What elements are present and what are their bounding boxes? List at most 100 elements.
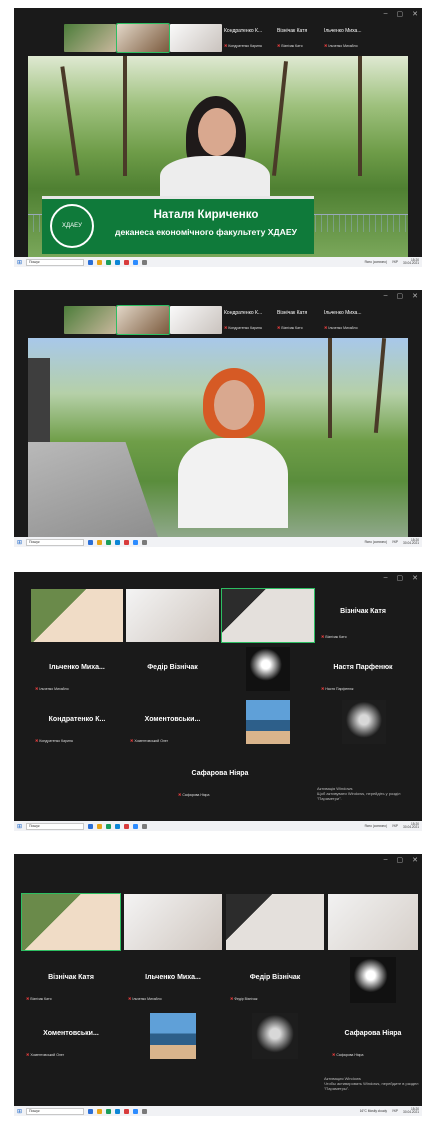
maximize-icon[interactable]: ▢ — [397, 574, 404, 582]
video-tile[interactable] — [226, 894, 324, 950]
language-indicator[interactable]: УКР — [392, 824, 398, 828]
video-tile[interactable] — [252, 1013, 298, 1059]
video-thumbnail[interactable] — [170, 306, 222, 334]
clock[interactable]: 15:20 30.04.2021 — [403, 822, 419, 830]
minimize-icon[interactable]: – — [384, 10, 388, 18]
app-icon[interactable] — [88, 259, 94, 265]
app-icon[interactable] — [106, 1108, 112, 1114]
video-tile[interactable] — [124, 894, 222, 950]
video-tile-active[interactable] — [221, 588, 315, 643]
close-icon[interactable]: ✕ — [412, 574, 418, 582]
maximize-icon[interactable]: ▢ — [397, 10, 404, 18]
zoom-icon[interactable] — [133, 1108, 139, 1114]
participant-name-tile[interactable]: Візнічак Катя ✖Візнічак Катя — [317, 608, 409, 639]
video-tile[interactable] — [126, 589, 219, 642]
maximize-icon[interactable]: ▢ — [397, 856, 404, 864]
participant-name-tile[interactable]: Кондратенко К... ✖Кондратенко Карина — [224, 310, 276, 330]
participant-name-tile[interactable]: Кондратенко К... ✖Кондратенко Карина — [31, 716, 123, 743]
app-icon[interactable] — [115, 823, 121, 829]
language-indicator[interactable]: УКР — [392, 260, 398, 264]
minimize-icon[interactable]: – — [384, 856, 388, 864]
app-icon[interactable] — [115, 1108, 121, 1114]
app-icon[interactable] — [142, 539, 148, 545]
video-thumbnail[interactable] — [64, 24, 116, 52]
minimize-icon[interactable]: – — [384, 574, 388, 582]
video-tile[interactable] — [246, 647, 290, 691]
video-tile[interactable] — [342, 700, 386, 744]
windows-start-icon[interactable]: ⊞ — [17, 823, 22, 830]
app-icon[interactable] — [106, 823, 112, 829]
close-icon[interactable]: ✕ — [412, 10, 418, 18]
minimize-icon[interactable]: – — [384, 292, 388, 300]
maximize-icon[interactable]: ▢ — [397, 292, 404, 300]
folder-icon[interactable] — [97, 1108, 103, 1114]
weather-widget[interactable]: 16°C Mostly cloudy — [360, 1109, 387, 1113]
video-thumbnail-active[interactable] — [116, 305, 170, 335]
app-icon[interactable] — [142, 259, 148, 265]
participant-name-tile[interactable]: Настя Парфенюк ✖Настя Парфенюк — [317, 664, 409, 691]
app-icon[interactable] — [115, 539, 121, 545]
participant-name-tile[interactable]: Федір Візнічак ✖Федір Візнічак — [226, 974, 324, 1001]
window-controls[interactable]: – ▢ ✕ — [384, 574, 418, 582]
zoom-icon[interactable] — [133, 259, 139, 265]
close-icon[interactable]: ✕ — [412, 292, 418, 300]
participant-name-tile[interactable]: Ільченко Миха... ✖Ільченко Михайло — [124, 974, 222, 1001]
video-tile[interactable] — [150, 1013, 196, 1059]
participant-name-tile[interactable]: Хоментовськи... ✖Хоментовський Олег — [126, 716, 219, 743]
clock[interactable]: 15:20 30.04.2021 — [403, 258, 419, 266]
app-icon[interactable] — [124, 259, 130, 265]
app-icon[interactable] — [124, 823, 130, 829]
video-tile[interactable] — [350, 957, 396, 1003]
clock[interactable]: 15:20 30.04.2021 — [403, 1107, 419, 1115]
folder-icon[interactable] — [97, 823, 103, 829]
taskbar-search-input[interactable]: Пошук — [26, 538, 85, 546]
app-icon[interactable] — [142, 823, 148, 829]
app-icon[interactable] — [106, 259, 112, 265]
video-thumbnail[interactable] — [170, 24, 222, 52]
language-indicator[interactable]: УКР — [392, 540, 398, 544]
window-controls[interactable]: – ▢ ✕ — [384, 856, 418, 864]
participant-name-tile[interactable]: Кондратенко К... ✖Кондратенко Карина — [224, 28, 276, 48]
video-thumbnail-active[interactable] — [116, 23, 170, 53]
windows-start-icon[interactable]: ⊞ — [17, 259, 22, 266]
app-icon[interactable] — [115, 259, 121, 265]
zoom-icon[interactable] — [133, 823, 139, 829]
close-icon[interactable]: ✕ — [412, 856, 418, 864]
video-tile[interactable] — [328, 894, 418, 950]
taskbar-search-input[interactable]: Пошук — [26, 822, 85, 830]
participant-name-tile[interactable]: Візнічак Катя ✖Візнічак Катя — [277, 310, 329, 330]
taskbar-search-input[interactable]: Пошук — [26, 258, 85, 266]
participant-name-tile[interactable]: Ільченко Миха... ✖Ільченко Михайло — [31, 664, 123, 691]
app-icon[interactable] — [124, 1108, 130, 1114]
video-tile-active[interactable] — [21, 893, 121, 951]
weather-widget[interactable]: Ясно (сонячно) — [365, 540, 388, 544]
window-controls[interactable]: – ▢ ✕ — [384, 10, 418, 18]
participant-name-tile[interactable]: Сафарова Ніяра ✖Сафарова Ніяра — [174, 770, 266, 797]
app-icon[interactable] — [106, 539, 112, 545]
windows-start-icon[interactable]: ⊞ — [17, 539, 22, 546]
app-icon[interactable] — [88, 1108, 94, 1114]
clock[interactable]: 15:20 30.04.2021 — [403, 538, 419, 546]
folder-icon[interactable] — [97, 259, 103, 265]
weather-widget[interactable]: Ясно (сонячно) — [365, 260, 388, 264]
participant-name-tile[interactable]: Сафарова Ніяра ✖Сафарова Ніяра — [328, 1030, 418, 1057]
participant-name-tile[interactable]: Візнічак Катя ✖Візнічак Катя — [22, 974, 120, 1001]
participant-name-tile[interactable]: Ільченко Миха... ✖Ільченко Михайло — [324, 28, 376, 48]
app-icon[interactable] — [88, 539, 94, 545]
app-icon[interactable] — [124, 539, 130, 545]
participant-name-tile[interactable]: Федір Візнічак — [126, 664, 219, 671]
participant-name-tile[interactable]: Хоментовськи... ✖Хоментовський Олег — [22, 1030, 120, 1057]
video-tile[interactable] — [31, 589, 123, 642]
app-icon[interactable] — [142, 1108, 148, 1114]
language-indicator[interactable]: УКР — [392, 1109, 398, 1113]
windows-start-icon[interactable]: ⊞ — [17, 1108, 22, 1115]
video-tile[interactable] — [246, 700, 290, 744]
window-controls[interactable]: – ▢ ✕ — [384, 292, 418, 300]
taskbar-search-input[interactable]: Пошук — [26, 1107, 85, 1115]
folder-icon[interactable] — [97, 539, 103, 545]
zoom-icon[interactable] — [133, 539, 139, 545]
participant-name-tile[interactable]: Візнічак Катя ✖Візнічак Катя — [277, 28, 329, 48]
video-thumbnail[interactable] — [64, 306, 116, 334]
participant-name-tile[interactable]: Ільченко Миха... ✖Ільченко Михайло — [324, 310, 376, 330]
weather-widget[interactable]: Ясно (сонячно) — [365, 824, 388, 828]
